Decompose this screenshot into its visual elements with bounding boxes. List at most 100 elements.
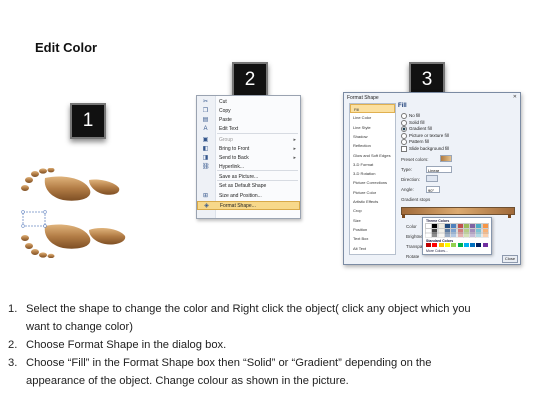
preset-colors-button[interactable] — [440, 155, 452, 162]
standard-color-swatch[interactable] — [432, 243, 438, 247]
menu-item-cut[interactable]: ✂ Cut — [197, 98, 300, 107]
theme-color-swatch[interactable] — [425, 232, 432, 239]
theme-color-swatch[interactable] — [469, 232, 477, 239]
theme-color-swatch[interactable] — [437, 223, 445, 229]
footprints-shape[interactable] — [15, 168, 145, 258]
theme-color-swatch[interactable] — [425, 227, 432, 234]
gradient-stop-handle[interactable] — [508, 214, 511, 218]
theme-color-swatch[interactable] — [475, 232, 483, 239]
theme-color-swatch[interactable] — [469, 223, 477, 229]
theme-color-swatch[interactable] — [431, 227, 439, 234]
standard-color-swatch[interactable] — [482, 243, 488, 247]
menu-item-send-to-back[interactable]: ◨ Send to Back ▸ — [197, 154, 300, 163]
theme-color-swatch[interactable] — [450, 223, 458, 229]
standard-color-swatch[interactable] — [438, 243, 444, 247]
category-3-d-rotation[interactable]: 3-D Rotation — [350, 169, 395, 178]
instruction-text: appearance of the object. Change colour … — [26, 375, 349, 387]
category-3-d-format[interactable]: 3-D Format — [350, 160, 395, 169]
type-select[interactable]: Linear — [426, 166, 452, 173]
menu-item-size-and-position[interactable]: ⊞ Size and Position... — [197, 192, 300, 201]
direction-button[interactable] — [426, 175, 438, 182]
menu-item-format-shape[interactable]: ◈ Format Shape... — [197, 201, 300, 210]
theme-color-swatch[interactable] — [475, 227, 483, 234]
theme-color-swatch[interactable] — [469, 227, 477, 234]
theme-color-swatch[interactable] — [456, 223, 464, 229]
fill-option-pattern-fill[interactable]: Pattern fill — [401, 139, 429, 145]
angle-label: Angle: — [401, 187, 414, 192]
angle-input[interactable]: 90° — [426, 186, 440, 193]
fill-option-no-fill[interactable]: No fill — [401, 113, 420, 119]
checkbox[interactable] — [401, 145, 407, 152]
menu-item-group[interactable]: ▣ Group ▸ — [197, 136, 300, 145]
category-line-color[interactable]: Line Color — [350, 113, 395, 122]
menu-item-set-as-default-shape[interactable]: Set as Default Shape — [197, 182, 300, 191]
category-crop[interactable]: Crop — [350, 206, 395, 215]
close-button[interactable]: Close — [502, 255, 518, 263]
theme-color-swatch[interactable] — [425, 223, 432, 229]
theme-color-swatch[interactable] — [475, 223, 483, 229]
standard-color-swatch[interactable] — [470, 243, 476, 247]
selection-handles[interactable] — [21, 210, 47, 228]
theme-color-swatch[interactable] — [481, 232, 489, 239]
fill-option-solid-fill[interactable]: Solid fill — [401, 119, 425, 126]
fill-option-slide-background-fill[interactable]: Slide background fill — [401, 145, 449, 152]
radio-button[interactable] — [401, 132, 407, 139]
instruction-number: 3. — [8, 357, 18, 369]
theme-color-swatch[interactable] — [462, 223, 470, 229]
gradient-stops-label: Gradient stops — [401, 197, 431, 202]
direction-label: Direction: — [401, 177, 421, 182]
standard-color-swatch[interactable] — [444, 243, 450, 247]
fill-option-picture-or-texture-fill[interactable]: Picture or texture fill — [401, 132, 449, 139]
theme-color-swatch[interactable] — [481, 223, 489, 229]
menu-item-copy[interactable]: ❐ Copy — [197, 107, 300, 116]
category-position[interactable]: Position — [350, 225, 395, 234]
radio-button[interactable] — [401, 126, 407, 132]
standard-color-swatch[interactable] — [451, 243, 457, 247]
radio-button[interactable] — [401, 113, 407, 119]
gradient-stops-bar[interactable] — [401, 207, 515, 215]
standard-color-swatch[interactable] — [426, 243, 431, 247]
menu-item-bring-to-front[interactable]: ◧ Bring to Front ▸ — [197, 145, 300, 154]
theme-color-swatch[interactable] — [450, 227, 458, 234]
category-size[interactable]: Size — [350, 216, 395, 225]
theme-color-swatch[interactable] — [431, 223, 439, 229]
category-line-style[interactable]: Line Style — [350, 123, 395, 132]
theme-color-swatch[interactable] — [462, 232, 470, 239]
theme-color-swatch[interactable] — [456, 232, 464, 239]
standard-color-swatch[interactable] — [463, 243, 469, 247]
standard-color-swatch[interactable] — [457, 243, 463, 247]
theme-color-swatch[interactable] — [481, 227, 489, 234]
theme-color-swatch[interactable] — [437, 227, 445, 234]
category-picture-color[interactable]: Picture Color — [350, 188, 395, 197]
category-picture-corrections[interactable]: Picture Corrections — [350, 178, 395, 187]
instruction-text: Select the shape to change the color and… — [26, 303, 471, 315]
gradient-stop-handle[interactable] — [402, 214, 405, 218]
fill-option-gradient-fill[interactable]: Gradient fill — [401, 126, 432, 132]
theme-color-swatch[interactable] — [450, 232, 458, 239]
category-reflection[interactable]: Reflection — [350, 141, 395, 150]
menu-item-label: Group — [219, 137, 233, 143]
theme-color-swatch[interactable] — [462, 227, 470, 234]
standard-color-swatch[interactable] — [476, 243, 482, 247]
theme-color-swatch[interactable] — [456, 227, 464, 234]
category-artistic-effects[interactable]: Artistic Effects — [350, 197, 395, 206]
theme-color-swatch[interactable] — [443, 232, 451, 239]
instruction-text: want to change color) — [26, 321, 133, 333]
menu-separator — [217, 133, 298, 134]
menu-item-label: Cut — [219, 99, 227, 105]
more-colors-item[interactable]: More Colors... — [426, 249, 448, 253]
category-fill[interactable]: Fill — [350, 104, 395, 113]
theme-color-swatch[interactable] — [443, 223, 451, 229]
menu-item-label: Size and Position... — [219, 193, 262, 199]
category-alt-text[interactable]: Alt Text — [350, 244, 395, 253]
theme-color-swatch[interactable] — [431, 232, 439, 239]
theme-color-swatch[interactable] — [443, 227, 451, 234]
radio-button[interactable] — [401, 139, 407, 145]
menu-item-paste[interactable]: ▤ Paste — [197, 116, 300, 125]
theme-color-swatch[interactable] — [437, 232, 445, 239]
category-text-box[interactable]: Text Box — [350, 234, 395, 243]
close-icon[interactable]: ✕ — [513, 94, 517, 100]
radio-button[interactable] — [401, 119, 407, 126]
category-shadow[interactable]: Shadow — [350, 132, 395, 141]
category-glow-and-soft-edges[interactable]: Glow and Soft Edges — [350, 151, 395, 160]
